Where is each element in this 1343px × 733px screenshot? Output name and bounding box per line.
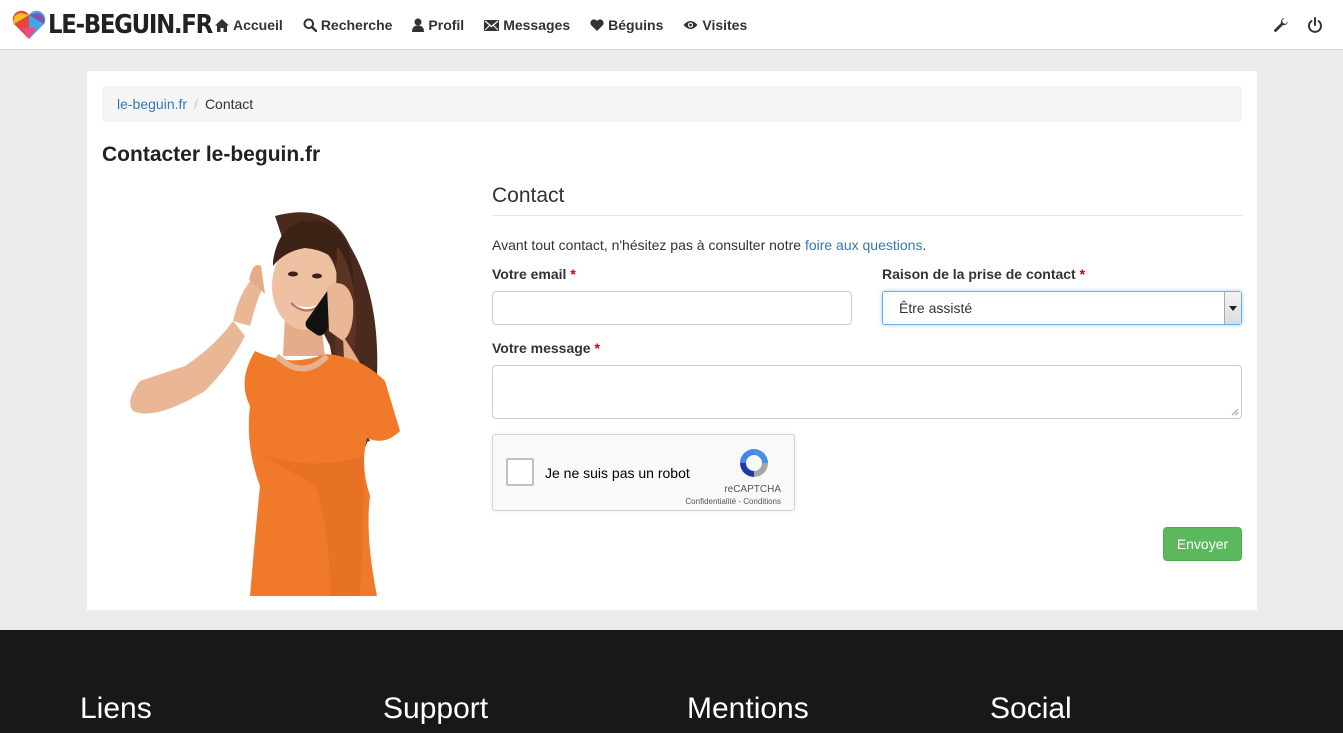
email-field[interactable]: [492, 291, 852, 325]
intro-before: Avant tout contact, n'hésitez pas à cons…: [492, 237, 805, 253]
nav-item-messages[interactable]: Messages: [484, 17, 570, 33]
search-icon: [303, 18, 317, 32]
logo-text: LE-BEGUIN.FR: [48, 10, 213, 40]
nav-item-beguins[interactable]: Béguins: [590, 17, 663, 33]
required-mark: *: [570, 266, 576, 282]
nav-item-recherche[interactable]: Recherche: [303, 17, 393, 33]
email-label: Votre email *: [492, 266, 576, 282]
top-navbar: LE-BEGUIN.FR Accueil Recherche Profil Me…: [0, 0, 1343, 50]
breadcrumb: le-beguin.fr / Contact: [102, 86, 1242, 122]
email-label-text: Votre email: [492, 266, 567, 282]
nav-label: Béguins: [608, 17, 664, 33]
nav-right: [1255, 0, 1323, 50]
nav-item-profil[interactable]: Profil: [412, 17, 464, 33]
nav-item-accueil[interactable]: Accueil: [215, 17, 283, 33]
footer-heading-liens: Liens: [80, 692, 152, 725]
power-icon[interactable]: [1307, 17, 1323, 33]
breadcrumb-separator: /: [194, 96, 198, 112]
nav-label: Visites: [702, 17, 748, 33]
intro-text: Avant tout contact, n'hésitez pas à cons…: [492, 237, 1242, 253]
reason-selected-value: Être assisté: [899, 300, 973, 316]
message-label-text: Votre message: [492, 340, 591, 356]
page-title: Contacter le-beguin.fr: [102, 143, 321, 166]
footer-heading-mentions: Mentions: [687, 692, 809, 725]
recaptcha-terms-link[interactable]: Confidentialité - Conditions: [685, 497, 781, 506]
content-panel: le-beguin.fr / Contact Contacter le-begu…: [87, 71, 1257, 610]
message-textarea[interactable]: [492, 365, 1242, 419]
wrench-icon[interactable]: [1273, 17, 1289, 33]
footer-heading-social: Social: [990, 692, 1072, 725]
nav-label: Messages: [503, 17, 571, 33]
main-nav: Accueil Recherche Profil Messages Béguin…: [215, 0, 767, 50]
recaptcha-widget: Je ne suis pas un robot reCAPTCHA Confid…: [492, 434, 795, 511]
intro-after: .: [922, 237, 927, 253]
nav-label: Accueil: [233, 17, 283, 33]
recaptcha-brand: reCAPTCHA: [724, 484, 781, 495]
form-legend: Contact: [492, 184, 1242, 216]
faq-link[interactable]: foire aux questions: [805, 237, 923, 253]
resize-handle-icon[interactable]: [1231, 408, 1239, 416]
required-mark: *: [1079, 266, 1086, 282]
woman-on-phone-image: [130, 212, 400, 596]
user-icon: [412, 18, 425, 32]
breadcrumb-current: Contact: [204, 96, 254, 112]
reason-label-text: Raison de la prise de contact: [882, 266, 1076, 282]
send-button[interactable]: Envoyer: [1163, 527, 1242, 561]
nav-label: Profil: [428, 17, 465, 33]
required-mark: *: [594, 340, 600, 356]
site-logo[interactable]: LE-BEGUIN.FR: [11, 8, 234, 42]
message-label: Votre message *: [492, 340, 600, 356]
nav-item-visites[interactable]: Visites: [683, 17, 747, 33]
home-icon: [215, 18, 229, 32]
recaptcha-label: Je ne suis pas un robot: [545, 465, 690, 481]
nav-label: Recherche: [320, 17, 393, 33]
chevron-down-icon[interactable]: [1224, 292, 1241, 324]
footer: Liens Support Mentions Social: [0, 630, 1343, 733]
recaptcha-logo-icon: [740, 449, 768, 477]
reason-select[interactable]: Être assisté: [882, 291, 1242, 325]
envelope-icon: [484, 19, 500, 31]
heart-icon: [590, 19, 604, 31]
contact-form: Contact Avant tout contact, n'hésitez pa…: [492, 184, 1242, 561]
eye-icon: [683, 21, 698, 29]
breadcrumb-home-link[interactable]: le-beguin.fr: [117, 96, 187, 112]
reason-label: Raison de la prise de contact *: [882, 266, 1085, 282]
recaptcha-checkbox[interactable]: [506, 458, 534, 486]
footer-heading-support: Support: [383, 692, 489, 725]
heart-logo-icon: [12, 10, 46, 39]
